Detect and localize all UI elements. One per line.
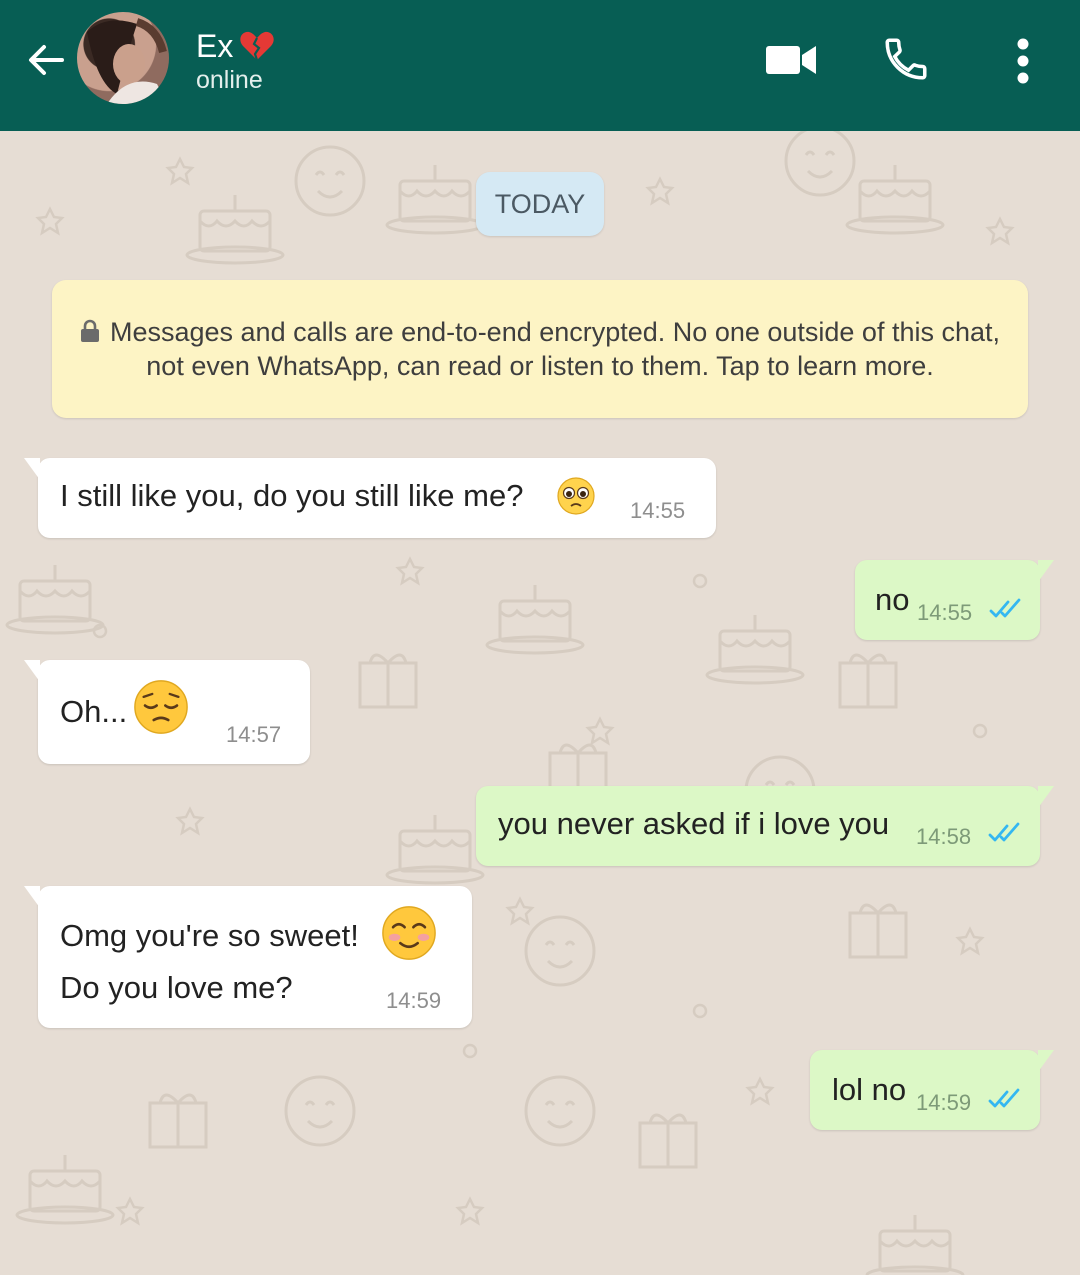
broken-heart-icon — [240, 31, 275, 61]
incoming-message[interactable]: Oh... 14:57 — [24, 660, 310, 764]
message-text: lol no — [832, 1072, 907, 1107]
message-time: 14:59 — [386, 988, 442, 1013]
more-options-icon[interactable] — [1012, 38, 1034, 84]
date-divider: TODAY — [476, 172, 604, 236]
pleading-face-emoji-icon — [557, 477, 595, 515]
lock-icon — [80, 319, 99, 342]
pensive-face-emoji-icon — [134, 680, 188, 734]
incoming-message[interactable]: I still like you, do you still like me? … — [24, 458, 716, 538]
message-text: no — [875, 582, 910, 617]
voice-call-icon[interactable] — [880, 34, 932, 84]
contact-avatar[interactable] — [77, 12, 169, 104]
video-call-icon[interactable] — [766, 44, 816, 76]
outgoing-message[interactable]: lol no 14:59 — [810, 1050, 1054, 1130]
read-ticks-icon — [988, 822, 1020, 842]
message-time: 14:57 — [226, 722, 282, 747]
chat-header: Ex online — [0, 0, 1080, 131]
message-time: 14:58 — [916, 824, 972, 849]
message-time: 14:55 — [630, 498, 686, 523]
smiling-face-emoji-icon — [382, 906, 436, 960]
read-ticks-icon — [988, 1088, 1020, 1108]
back-arrow-icon[interactable] — [22, 36, 70, 84]
message-time: 14:59 — [916, 1090, 972, 1115]
outgoing-message[interactable]: no 14:55 — [855, 560, 1054, 640]
message-text: Omg you're so sweet! — [60, 918, 359, 953]
contact-name-row[interactable]: Ex — [196, 26, 275, 66]
read-ticks-icon — [989, 598, 1021, 618]
message-time: 14:55 — [917, 600, 973, 625]
outgoing-message[interactable]: you never asked if i love you 14:58 — [476, 786, 1054, 866]
message-text: Oh... — [60, 694, 128, 729]
contact-name: Ex — [196, 27, 234, 64]
incoming-message[interactable]: Omg you're so sweet! Do you love me? 14:… — [24, 886, 472, 1028]
encryption-notice-text: Messages and calls are end-to-end encryp… — [109, 317, 1001, 381]
message-text: you never asked if i love you — [498, 806, 890, 841]
contact-status: online — [196, 66, 263, 94]
message-text-line-2: Do you love me? — [60, 970, 293, 1005]
encryption-notice[interactable]: Messages and calls are end-to-end encryp… — [52, 280, 1028, 418]
message-text: I still like you, do you still like me? — [60, 478, 524, 513]
